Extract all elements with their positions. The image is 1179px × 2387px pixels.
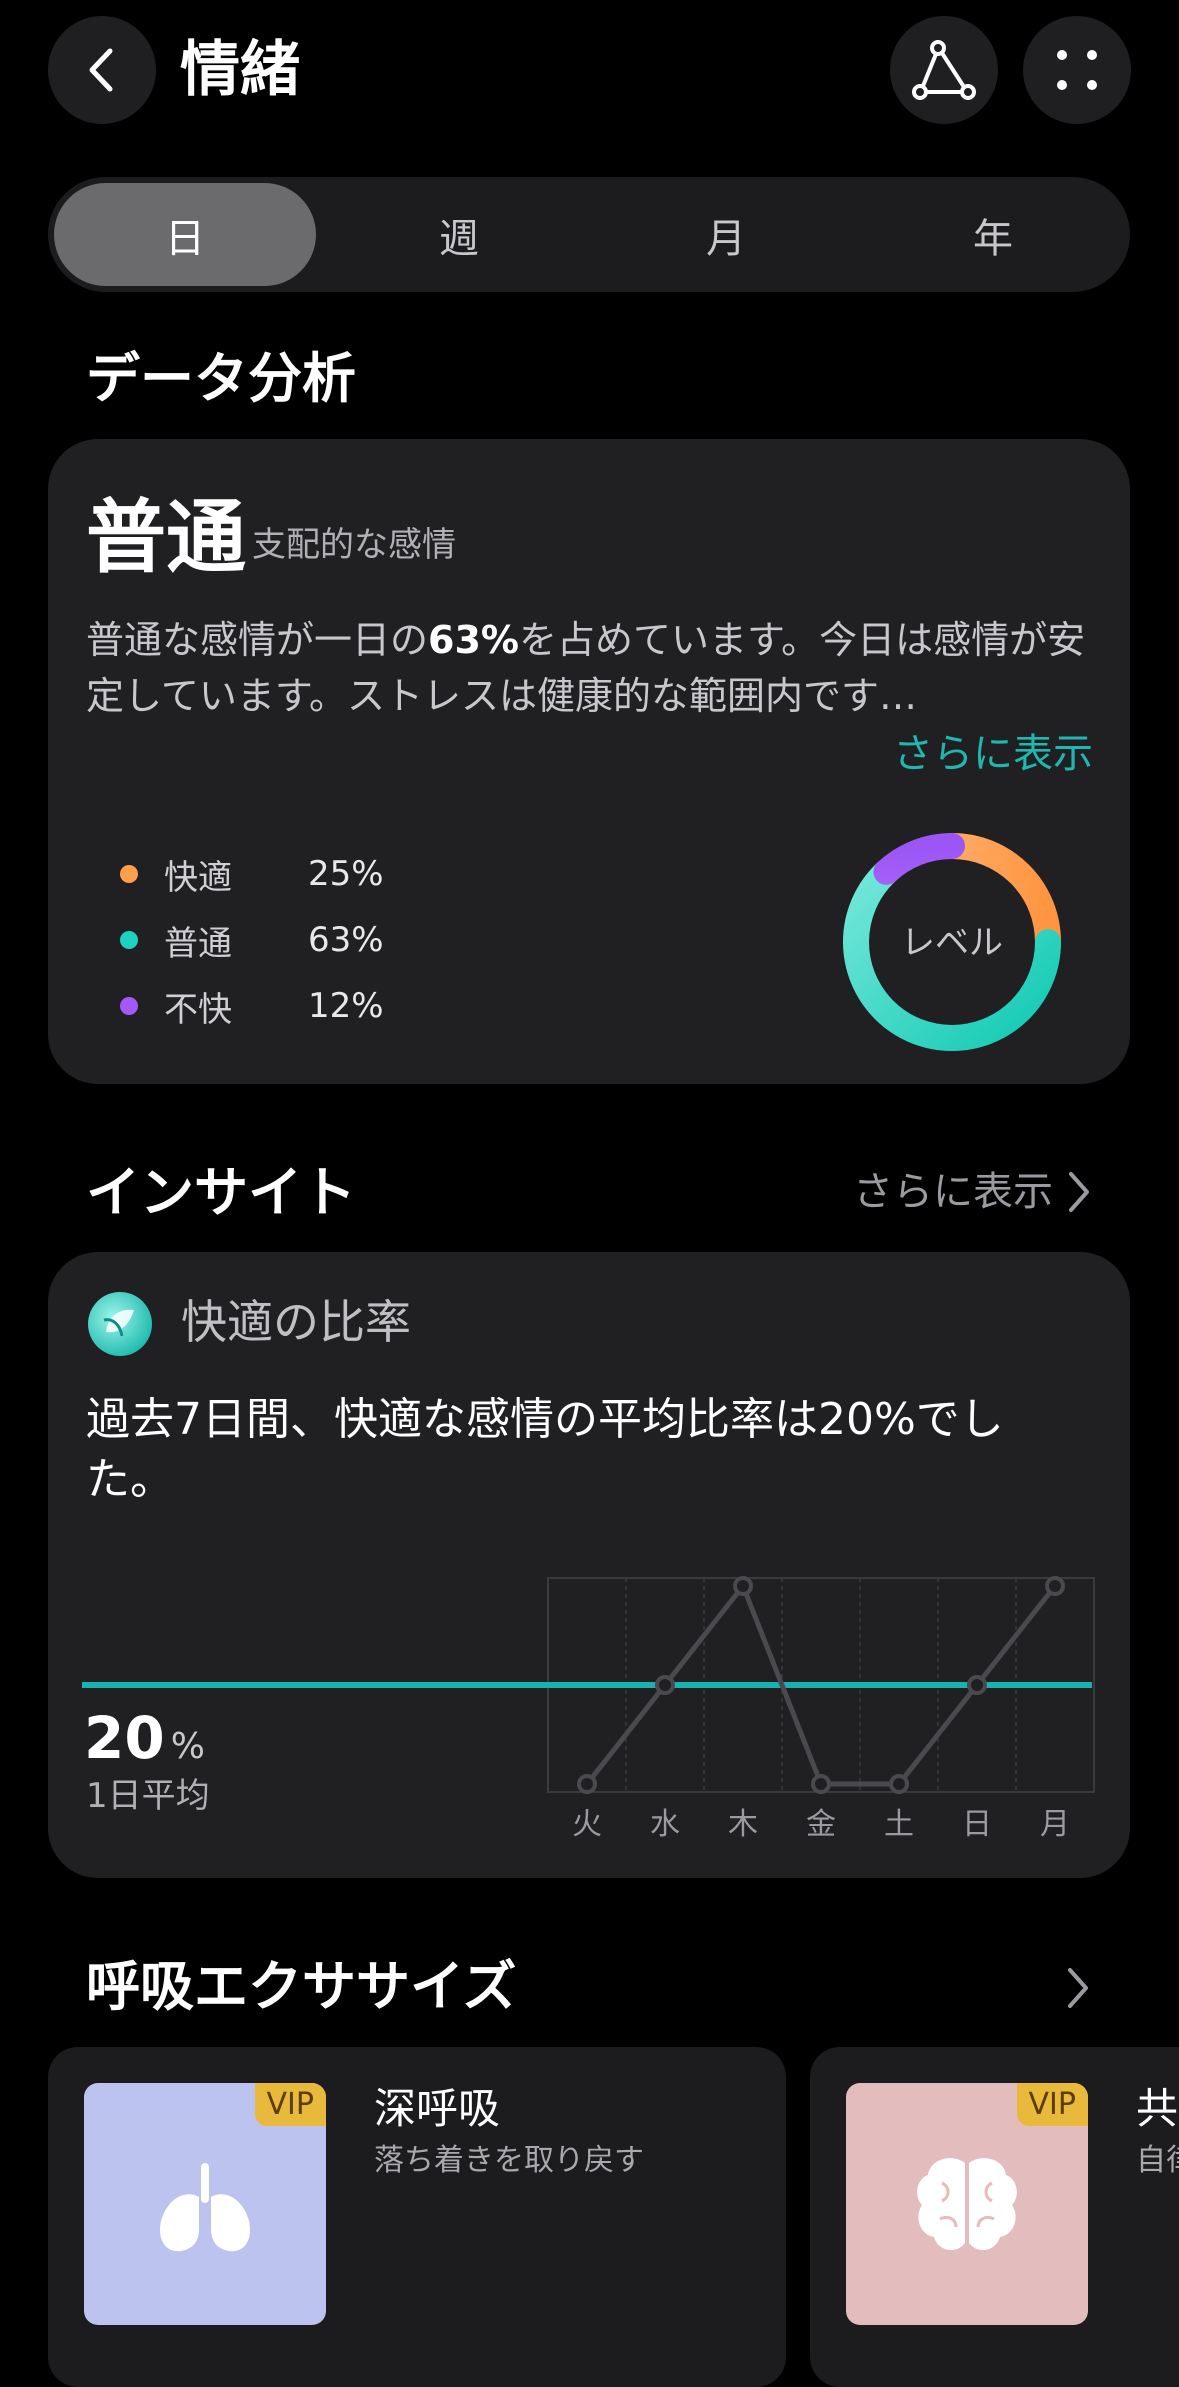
analysis-description: 普通な感情が一日の63%を占めています。今日は感情が安定しています。ストレスは健… <box>86 612 1096 724</box>
daily-average-value: 20% <box>84 1703 205 1782</box>
desc-text: 普通な感情が一日の <box>86 618 429 662</box>
legend-dot <box>120 865 138 883</box>
exercise-title: 共鳴呼吸 <box>1136 2084 1179 2133</box>
legend-value: 25% <box>308 854 384 894</box>
grid-dots-icon <box>1057 50 1097 90</box>
insight-card-title: 快適の比率 <box>181 1295 411 1349</box>
chart-x-tick-label: 木 <box>728 1807 758 1842</box>
period-tabs: 日 週 月 年 <box>48 177 1130 292</box>
chart-x-tick-label: 水 <box>650 1807 680 1842</box>
chart-x-tick-label: 土 <box>884 1807 914 1842</box>
insight-section-title: インサイト <box>86 1161 356 1224</box>
chart-point <box>655 1675 675 1695</box>
chevron-right-icon <box>1069 1172 1089 1212</box>
tab-month[interactable]: 月 <box>595 183 857 286</box>
exercise-thumbnail: VIP <box>84 2083 326 2325</box>
share-button[interactable] <box>890 16 998 124</box>
avg-unit: % <box>170 1726 205 1767</box>
chevron-left-icon <box>89 48 113 92</box>
exercise-subtitle: 自律神経を整える <box>1136 2143 1179 2178</box>
donut-center-label: レベル <box>901 923 1003 963</box>
analysis-section-title: データ分析 <box>86 347 356 410</box>
exercise-title: 深呼吸 <box>374 2084 501 2133</box>
legend-dot <box>120 931 138 949</box>
chart-point <box>811 1774 831 1794</box>
tab-year[interactable]: 年 <box>862 183 1124 286</box>
brain-icon <box>917 2158 1017 2251</box>
insight-text: 過去7日間、快適な感情の平均比率は20%でした。 <box>86 1394 1004 1505</box>
chart-point <box>1045 1576 1065 1596</box>
legend-dot <box>120 997 138 1015</box>
back-button[interactable] <box>48 16 156 124</box>
exercise-card-deep-breathing[interactable]: VIP 深呼吸 落ち着きを取り戻す <box>48 2047 786 2387</box>
insight-more-link[interactable]: さらに表示 <box>853 1162 1093 1222</box>
legend-label: 快適 <box>164 857 232 898</box>
avg-number: 20 <box>84 1704 165 1772</box>
legend-value: 12% <box>308 986 384 1026</box>
exercise-thumbnail: VIP <box>846 2083 1088 2325</box>
dominant-emotion-caption: 支配的な感情 <box>252 525 456 565</box>
emotion-donut-chart: レベル <box>843 833 1061 1051</box>
page-title: 情緒 <box>180 35 300 105</box>
tab-day[interactable]: 日 <box>54 183 316 286</box>
more-menu-button[interactable] <box>1023 16 1131 124</box>
chart-x-tick-label: 日 <box>962 1807 992 1842</box>
dominant-emotion: 普通 <box>86 491 246 584</box>
chart-x-tick-label: 金 <box>806 1807 836 1842</box>
chart-point <box>733 1576 753 1596</box>
legend-value: 63% <box>308 920 384 960</box>
vip-badge: VIP <box>254 2083 326 2126</box>
vip-badge: VIP <box>1016 2083 1088 2126</box>
exercise-card-resonance-breathing[interactable]: VIP 共鳴呼吸 自律神経を整える <box>810 2047 1179 2387</box>
legend-item: 不快 12% <box>120 976 384 1036</box>
comfort-ratio-icon <box>88 1292 152 1356</box>
desc-highlight: 63% <box>428 618 519 662</box>
chart-x-tick-label: 火 <box>572 1807 602 1842</box>
chevron-right-icon[interactable] <box>1062 1966 1092 2010</box>
lungs-icon <box>159 2163 251 2252</box>
tab-week[interactable]: 週 <box>328 183 590 286</box>
chart-x-tick-label: 月 <box>1040 1807 1070 1842</box>
insight-more-label: さらに表示 <box>853 1169 1053 1215</box>
legend-item: 快適 25% <box>120 844 384 904</box>
chart-point <box>577 1774 597 1794</box>
legend-item: 普通 63% <box>120 910 384 970</box>
breathing-section-title: 呼吸エクササイズ <box>86 1955 517 2018</box>
daily-average-label: 1日平均 <box>86 1776 210 1816</box>
chart-point <box>967 1675 987 1695</box>
chart-point <box>889 1774 909 1794</box>
legend-label: 不快 <box>164 989 232 1030</box>
share-icon <box>912 40 976 100</box>
analysis-more-link[interactable]: さらに表示 <box>893 726 1093 782</box>
legend-label: 普通 <box>164 923 232 964</box>
exercise-subtitle: 落ち着きを取り戻す <box>374 2143 644 2178</box>
